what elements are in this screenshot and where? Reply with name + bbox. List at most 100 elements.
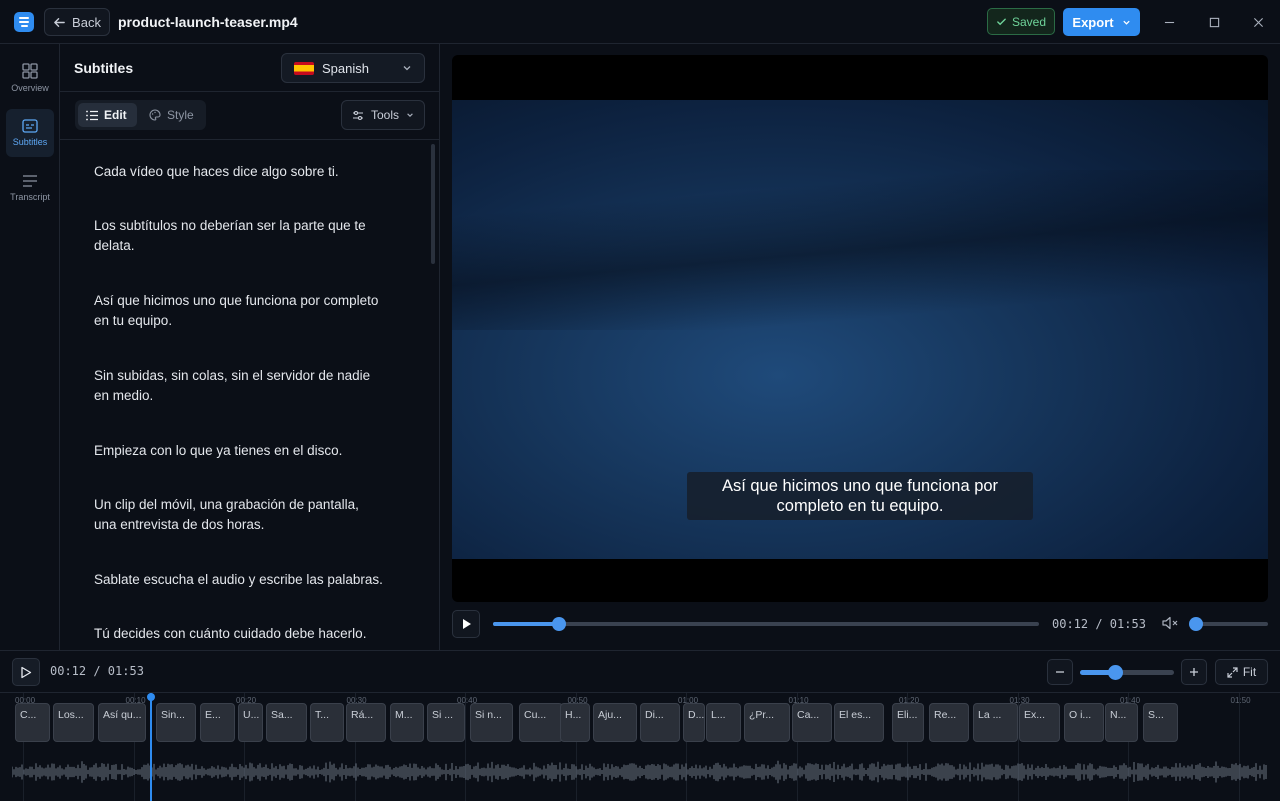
subtitle-clip[interactable]: N...: [1105, 703, 1138, 742]
subtitle-clip[interactable]: Rá...: [346, 703, 386, 742]
maximize-button[interactable]: [1204, 12, 1224, 32]
divider: [0, 692, 1280, 693]
list-scrollbar[interactable]: [431, 144, 435, 264]
fit-button[interactable]: Fit: [1215, 659, 1268, 685]
app-logo-icon: [14, 12, 34, 32]
play-button[interactable]: [452, 610, 480, 638]
chevron-down-icon: [403, 66, 411, 71]
back-button[interactable]: Back: [44, 8, 110, 36]
zoom-slider[interactable]: [1080, 665, 1174, 680]
volume-slider[interactable]: [1189, 617, 1268, 631]
edit-style-toggle: Edit Style: [75, 100, 206, 130]
subtitle-clip[interactable]: L...: [706, 703, 741, 742]
subtitle-clip[interactable]: Cu...: [519, 703, 563, 742]
subtitle-clip[interactable]: ¿Pr...: [744, 703, 790, 742]
subtitle-clip[interactable]: Los...: [53, 703, 94, 742]
subtitle-list: Cada vídeo que haces dice algo sobre ti.…: [60, 140, 430, 650]
chevron-down-icon: [407, 113, 413, 117]
caption-overlay: Así que hicimos uno que funciona por com…: [687, 472, 1033, 520]
subtitle-clip[interactable]: Ca...: [792, 703, 832, 742]
subtitle-clip[interactable]: Sin...: [156, 703, 196, 742]
subtitle-clip[interactable]: E...: [200, 703, 235, 742]
subtitle-clip[interactable]: El es...: [834, 703, 884, 742]
volume-handle[interactable]: [1189, 617, 1203, 631]
subtitle-item[interactable]: Tú decides con cuánto cuidado debe hacer…: [94, 624, 384, 644]
arrow-left-icon: [54, 17, 65, 27]
subtitle-clip[interactable]: U...: [238, 703, 263, 742]
subtitle-item[interactable]: Cada vídeo que haces dice algo sobre ti.: [94, 162, 384, 182]
playhead-handle[interactable]: [147, 693, 155, 701]
zoom-handle[interactable]: [1107, 665, 1123, 680]
subtitles-panel: Subtitles Spanish Edit Style Tools Cada …: [60, 44, 440, 650]
subtitle-clip[interactable]: T...: [310, 703, 344, 742]
subtitle-clip[interactable]: S...: [1143, 703, 1178, 742]
mute-button[interactable]: [1161, 615, 1179, 634]
chevron-down-icon: [1122, 20, 1130, 25]
subtitle-clip[interactable]: D...: [683, 703, 705, 742]
subtitle-clip[interactable]: Si ...: [427, 703, 465, 742]
subtitle-item[interactable]: Sin subidas, sin colas, sin el servidor …: [94, 366, 384, 406]
panel-title: Subtitles: [74, 60, 134, 76]
audio-waveform: [12, 760, 1267, 784]
saved-status-badge: Saved: [987, 8, 1055, 35]
subtitle-clip[interactable]: Sa...: [266, 703, 307, 742]
timeline-time: 00:12 / 01:53: [50, 664, 144, 678]
subtitle-clip[interactable]: Re...: [929, 703, 969, 742]
video-texture: [452, 170, 1268, 330]
rail-label: Transcript: [10, 192, 50, 202]
playback-time: 00:12 / 01:53: [1052, 617, 1146, 631]
close-button[interactable]: [1248, 12, 1268, 32]
grid-icon: [22, 63, 38, 79]
tab-edit[interactable]: Edit: [78, 103, 137, 127]
tab-label: Edit: [104, 108, 127, 122]
tab-label: Style: [167, 108, 194, 122]
palette-icon: [149, 109, 161, 121]
subtitle-clip[interactable]: La ...: [973, 703, 1018, 742]
zoom-in-button[interactable]: [1181, 659, 1207, 685]
rail-label: Overview: [11, 83, 49, 93]
zoom-out-button[interactable]: [1047, 659, 1073, 685]
minimize-button[interactable]: [1159, 12, 1179, 32]
subtitle-clip[interactable]: Si n...: [470, 703, 513, 742]
saved-label: Saved: [1011, 14, 1047, 29]
tools-button[interactable]: Tools: [341, 100, 425, 130]
export-button[interactable]: Export: [1063, 8, 1140, 36]
subtitle-clip[interactable]: Eli...: [892, 703, 924, 742]
subtitle-clip[interactable]: Ex...: [1019, 703, 1060, 742]
timeline: 00:12 / 01:53 Fit 00:00 00:10 00:20 00:30 00…: [0, 650, 1280, 801]
rail-item-overview[interactable]: Overview: [6, 54, 54, 102]
check-icon: [997, 18, 1006, 26]
subtitle-clip[interactable]: Di...: [640, 703, 680, 742]
subtitle-clip[interactable]: O i...: [1064, 703, 1104, 742]
seek-bar[interactable]: [493, 617, 1039, 631]
close-icon: [1253, 17, 1263, 27]
rail-item-subtitles[interactable]: Subtitles: [6, 109, 54, 157]
subtitle-clip[interactable]: Aju...: [593, 703, 637, 742]
timeline-play-button[interactable]: [12, 658, 40, 686]
tab-style[interactable]: Style: [141, 103, 203, 127]
language-select[interactable]: Spanish: [281, 53, 425, 83]
list-icon: [86, 110, 98, 120]
subtitles-icon: [22, 119, 38, 133]
spain-flag-icon: [294, 61, 314, 75]
tools-label: Tools: [370, 108, 399, 122]
sliders-icon: [352, 110, 363, 120]
seek-bar-handle[interactable]: [551, 617, 566, 631]
subtitle-clip[interactable]: M...: [390, 703, 424, 742]
subtitle-item[interactable]: Sablate escucha el audio y escribe las p…: [94, 570, 384, 590]
rail-item-transcript[interactable]: Transcript: [6, 164, 54, 212]
video-player[interactable]: Así que hicimos uno que funciona por com…: [452, 55, 1268, 602]
playhead[interactable]: [150, 693, 152, 801]
subtitle-clip[interactable]: Así qu...: [98, 703, 146, 742]
subtitle-clip[interactable]: H...: [560, 703, 590, 742]
subtitle-item[interactable]: Un clip del móvil, una grabación de pant…: [94, 495, 384, 535]
waveform-path: [12, 760, 1267, 784]
caption-line: Así que hicimos uno que funciona por: [721, 477, 999, 495]
subtitle-item[interactable]: Así que hicimos uno que funciona por com…: [94, 291, 384, 331]
minimize-icon: [1164, 21, 1174, 23]
subtitle-item[interactable]: Empieza con lo que ya tienes en el disco…: [94, 441, 384, 461]
subtitle-clip[interactable]: C...: [15, 703, 50, 742]
subtitle-item[interactable]: Los subtítulos no deberían ser la parte …: [94, 216, 384, 256]
fit-label: Fit: [1242, 665, 1257, 679]
caption-line: completo en tu equipo.: [776, 497, 944, 515]
